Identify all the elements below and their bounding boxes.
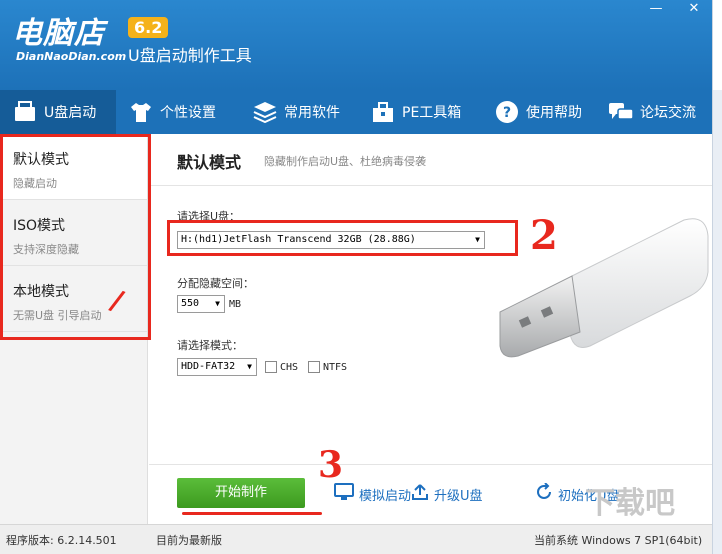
- divider: [149, 185, 712, 186]
- mode-label: 请选择模式：: [177, 339, 243, 352]
- status-bar: 程序版本: 6.2.14.501 目前为最新版 当前系统 Windows 7 S…: [0, 524, 712, 554]
- upload-icon: [411, 483, 429, 505]
- partition-unit: MB: [229, 299, 242, 310]
- chevron-down-icon: ▼: [247, 362, 252, 371]
- monitor-icon: [334, 483, 354, 505]
- partition-size-value: 550: [181, 298, 200, 309]
- toolbox-icon: [370, 99, 396, 125]
- chs-label: CHS: [280, 362, 299, 373]
- app-subtitle: U盘启动制作工具: [128, 46, 252, 65]
- version-badge: 6.2: [128, 17, 169, 38]
- current-system: 当前系统 Windows 7 SP1(64bit): [534, 534, 703, 547]
- svg-text:?: ?: [503, 105, 511, 121]
- annotation-mark-3: 3: [318, 444, 344, 486]
- logo-domain: DianNaoDian.com: [16, 50, 127, 63]
- usb-icon: [12, 99, 38, 125]
- close-button[interactable]: ✕: [682, 0, 706, 18]
- tab-label: PE工具箱: [402, 105, 462, 121]
- upgrade-usb-link[interactable]: 升级U盘: [411, 483, 483, 505]
- annotation-underline: [182, 512, 322, 515]
- tab-label: 使用帮助: [526, 105, 582, 121]
- tab-software[interactable]: 常用软件: [240, 90, 358, 134]
- tab-usb-boot[interactable]: U盘启动: [0, 90, 116, 134]
- annotation-mark-2: 2: [530, 212, 558, 259]
- watermark: 下载吧: [585, 486, 675, 521]
- usb-drive-illustration: [499, 218, 709, 358]
- help-icon: ?: [494, 99, 520, 125]
- update-status: 目前为最新版: [156, 534, 222, 547]
- chat-icon: [608, 99, 634, 125]
- mode-select[interactable]: HDD-FAT32 ▼: [177, 358, 257, 376]
- simulate-boot-label: 模拟启动: [359, 488, 412, 504]
- top-nav: U盘启动 个性设置 常用软件 PE工具箱 ? 使用帮助 论坛交流: [0, 90, 712, 134]
- tab-forum[interactable]: 论坛交流: [596, 90, 712, 134]
- ntfs-label: NTFS: [323, 362, 348, 373]
- tab-label: U盘启动: [44, 105, 97, 121]
- upgrade-usb-label: 升级U盘: [434, 488, 483, 504]
- chevron-down-icon: ▼: [215, 299, 220, 308]
- partition-size-select[interactable]: 550 ▼: [177, 295, 225, 313]
- tab-pe-toolbox[interactable]: PE工具箱: [358, 90, 482, 134]
- main-content: 默认模式 隐藏制作启动U盘、杜绝病毒侵袭 请选择U盘： H:(hd1)JetFl…: [149, 134, 712, 524]
- layers-icon: [252, 99, 278, 125]
- ntfs-checkbox[interactable]: [308, 361, 320, 373]
- chs-checkbox[interactable]: [265, 361, 277, 373]
- tab-label: 常用软件: [284, 105, 340, 121]
- tab-help[interactable]: ? 使用帮助: [482, 90, 596, 134]
- mode-select-value: HDD-FAT32: [181, 361, 236, 372]
- background-window-strip: [712, 0, 722, 554]
- annotation-sidebar-box: [0, 134, 151, 340]
- page-subtitle: 隐藏制作启动U盘、杜绝病毒侵袭: [264, 155, 427, 168]
- page-title: 默认模式: [177, 153, 242, 172]
- start-button[interactable]: 开始制作: [177, 478, 305, 508]
- annotation-disk-box: [167, 220, 518, 256]
- simulate-boot-link[interactable]: 模拟启动: [334, 483, 411, 505]
- logo: 电脑店: [12, 16, 105, 51]
- tab-label: 论坛交流: [640, 105, 696, 121]
- tab-label: 个性设置: [160, 105, 216, 121]
- title-bar: 电脑店 DianNaoDian.com 6.2 U盘启动制作工具 — ✕: [0, 0, 712, 90]
- tab-personalize[interactable]: 个性设置: [116, 90, 240, 134]
- tshirt-icon: [128, 99, 154, 125]
- minimize-button[interactable]: —: [644, 0, 668, 18]
- partition-label: 分配隐藏空间：: [177, 277, 254, 290]
- program-version: 程序版本: 6.2.14.501: [6, 534, 117, 547]
- refresh-icon: [535, 482, 553, 505]
